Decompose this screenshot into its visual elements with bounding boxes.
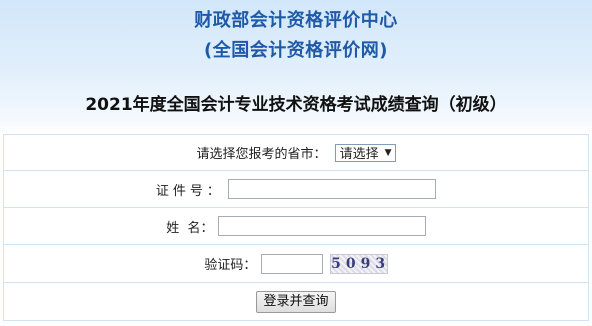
province-label: 请选择您报考的省市：: [196, 147, 327, 162]
captcha-image[interactable]: 5093: [329, 253, 388, 274]
province-row: 请选择您报考的省市： 请选择 ▼: [3, 134, 589, 171]
name-row: 姓 名：: [3, 207, 589, 245]
submit-row: 登录并查询: [3, 282, 589, 321]
name-label: 姓 名：: [166, 220, 214, 236]
name-input[interactable]: [217, 216, 426, 236]
province-select-value: 请选择: [339, 147, 379, 162]
query-form: 请选择您报考的省市： 请选择 ▼ 证件号： 姓 名： 验证码： 5093 登录并…: [3, 134, 589, 321]
page-title: 2021年度全国会计专业技术资格考试成绩查询（初级）: [85, 95, 507, 115]
captcha-label: 验证码：: [204, 258, 257, 273]
chevron-down-icon: ▼: [384, 147, 392, 158]
captcha-row: 验证码： 5093: [3, 244, 589, 283]
org-title: 财政部会计资格评价中心: [194, 10, 398, 31]
login-query-button[interactable]: 登录并查询: [256, 290, 336, 313]
page-header: 财政部会计资格评价中心 (全国会计资格评价网) 2021年度全国会计专业技术资格…: [0, 0, 592, 132]
id-row: 证件号：: [3, 170, 589, 208]
id-number-input[interactable]: [228, 179, 437, 199]
province-select[interactable]: 请选择 ▼: [334, 143, 396, 162]
id-label: 证件号：: [155, 183, 224, 199]
org-subtitle: (全国会计资格评价网): [204, 40, 388, 61]
captcha-input[interactable]: [260, 253, 323, 274]
